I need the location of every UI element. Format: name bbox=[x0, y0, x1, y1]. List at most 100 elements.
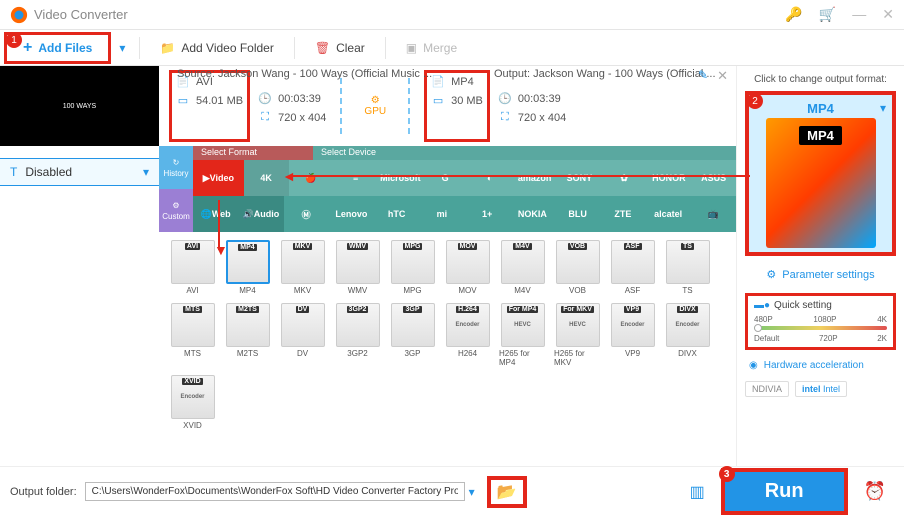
source-format-box: 📄AVI ▭54.01 MB bbox=[169, 70, 250, 142]
source-duration: 00:03:39 bbox=[278, 93, 321, 105]
format-tile-avi[interactable]: AVI AVI bbox=[169, 240, 216, 295]
edit-output-button[interactable]: ✎ bbox=[698, 68, 708, 82]
format-tile-h264[interactable]: H.264Encoder H264 bbox=[444, 303, 491, 367]
format-tile-vob[interactable]: VOB VOB bbox=[554, 240, 601, 295]
brand-samsung[interactable]: ≡ bbox=[333, 160, 378, 196]
gpu-icon: ⚙GPU bbox=[364, 95, 386, 117]
format-tile-h265-for-mkv[interactable]: For MKVHEVC H265 for MKV bbox=[554, 303, 601, 367]
chip-icon: ◉ bbox=[749, 360, 758, 371]
intel-chip: intel Intel bbox=[795, 381, 847, 397]
history-tab[interactable]: ↻History bbox=[159, 146, 193, 189]
format-tile-asf[interactable]: ASF ASF bbox=[609, 240, 656, 295]
brand-microsoft[interactable]: Microsoft bbox=[378, 160, 423, 196]
brand-lenovo[interactable]: Lenovo bbox=[329, 196, 374, 232]
brand-alcatel[interactable]: alcatel bbox=[646, 196, 691, 232]
format-label: VP9 bbox=[625, 349, 640, 358]
format-tile-xvid[interactable]: XVIDEncoder XVID bbox=[169, 375, 216, 430]
path-dropdown[interactable]: ▾ bbox=[465, 485, 479, 499]
brand-amazon[interactable]: amazon bbox=[512, 160, 557, 196]
resolution-icon: ⛶ bbox=[258, 111, 272, 124]
select-format-header: Select Format bbox=[193, 146, 313, 160]
history-icon: ↻ bbox=[173, 158, 180, 167]
format-label: H265 for MP4 bbox=[499, 349, 546, 367]
step-2-badge: 2 bbox=[747, 93, 763, 109]
gear-icon: ⚙ bbox=[172, 201, 179, 210]
thumb-text: 100 WAYS bbox=[63, 103, 96, 110]
clear-button[interactable]: 🗑 Clear bbox=[305, 37, 375, 59]
brand-oneplus[interactable]: 1+ bbox=[465, 196, 510, 232]
annotation-arrow-2 bbox=[218, 200, 220, 250]
size-icon: ▭ bbox=[176, 94, 190, 107]
format-tile-mts[interactable]: MTS MTS bbox=[169, 303, 216, 367]
batch-icon[interactable]: ▥ bbox=[682, 482, 713, 502]
brand-zte[interactable]: ZTE bbox=[600, 196, 645, 232]
format-tile-3gp[interactable]: 3GP 3GP bbox=[389, 303, 436, 367]
brand-tv[interactable]: 📺 bbox=[691, 196, 736, 232]
format-tile-mpg[interactable]: MPG MPG bbox=[389, 240, 436, 295]
brand-asus[interactable]: ASUS bbox=[691, 160, 736, 196]
add-video-folder-button[interactable]: 📁 Add Video Folder bbox=[150, 37, 283, 59]
brand-moto[interactable]: Ⓜ bbox=[284, 196, 329, 232]
hardware-accel-toggle[interactable]: ◉ Hardware acceleration bbox=[745, 356, 896, 375]
video-thumbnail[interactable]: 100 WAYS bbox=[0, 66, 159, 146]
disabled-label: Disabled bbox=[25, 165, 72, 179]
titlebar: Video Converter 🔑 🛒 — ✕ bbox=[0, 0, 904, 30]
audio-category-tab[interactable]: 🔊 Audio bbox=[238, 196, 283, 232]
add-files-label: Add Files bbox=[38, 41, 92, 55]
merge-button[interactable]: ▣ Merge bbox=[396, 37, 467, 59]
brand-htc[interactable]: hTC bbox=[374, 196, 419, 232]
size-icon: ▭ bbox=[431, 94, 445, 107]
step-1-badge: 1 bbox=[6, 32, 22, 48]
format-tile-dv[interactable]: DV DV bbox=[279, 303, 326, 367]
cart-icon[interactable]: 🛒 bbox=[819, 6, 836, 23]
slider-knob[interactable] bbox=[754, 324, 762, 332]
format-label: AVI bbox=[186, 286, 198, 295]
parameter-settings-button[interactable]: ⚙ Parameter settings bbox=[745, 262, 896, 287]
web-category-tab[interactable]: 🌐 Web bbox=[193, 196, 238, 232]
format-tile-h265-for-mp4[interactable]: For MP4HEVC H265 for MP4 bbox=[499, 303, 546, 367]
format-tile-vp9[interactable]: VP9Encoder VP9 bbox=[609, 303, 656, 367]
format-tile-divx[interactable]: DIVXEncoder DIVX bbox=[664, 303, 711, 367]
file-icon: 📄 bbox=[431, 75, 445, 88]
chevron-down-icon: ▾ bbox=[880, 101, 886, 115]
brand-blu[interactable]: BLU bbox=[555, 196, 600, 232]
brand-google[interactable]: G bbox=[423, 160, 468, 196]
format-tile-m2ts[interactable]: M2TS M2TS bbox=[224, 303, 271, 367]
format-label: H265 for MKV bbox=[554, 349, 601, 367]
format-tile-3gp2[interactable]: 3GP2 3GP2 bbox=[334, 303, 381, 367]
schedule-button[interactable]: ⏰ bbox=[856, 481, 894, 502]
source-header: Source: Jackson Wang - 100 Ways (Officia… bbox=[177, 68, 432, 80]
brand-sony[interactable]: SONY bbox=[557, 160, 602, 196]
run-button[interactable]: 3 Run bbox=[721, 468, 848, 515]
format-tile-mov[interactable]: MOV MOV bbox=[444, 240, 491, 295]
quick-setting-box: ▬●Quick setting 480P 1080P 4K Default 72… bbox=[745, 293, 896, 350]
format-label: XVID bbox=[183, 421, 202, 430]
format-tile-mkv[interactable]: MKV MKV bbox=[279, 240, 326, 295]
format-tile-wmv[interactable]: WMV WMV bbox=[334, 240, 381, 295]
minimize-button[interactable]: — bbox=[852, 6, 866, 23]
dash-separator bbox=[340, 78, 342, 134]
resolution-icon: ⛶ bbox=[498, 111, 512, 124]
brand-nokia[interactable]: NOKIA bbox=[510, 196, 555, 232]
format-tile-mp4[interactable]: MP4 MP4 bbox=[224, 240, 271, 295]
subtitle-dropdown[interactable]: T Disabled ▾ bbox=[0, 158, 159, 186]
brand-xiaomi[interactable]: mi bbox=[419, 196, 464, 232]
format-tile-ts[interactable]: TS TS bbox=[664, 240, 711, 295]
output-format-selector[interactable]: 2 ▾ MP4 MP4 bbox=[745, 91, 896, 256]
brand-huawei[interactable]: ✿ bbox=[602, 160, 647, 196]
video-category-tab[interactable]: ▶ Video bbox=[193, 160, 244, 196]
format-label: WMV bbox=[348, 286, 368, 295]
custom-tab[interactable]: ⚙Custom bbox=[159, 189, 193, 232]
add-folder-label: Add Video Folder bbox=[181, 41, 274, 55]
close-window-button[interactable]: ✕ bbox=[882, 6, 894, 23]
add-files-dropdown[interactable]: ▾ bbox=[115, 41, 129, 55]
quality-slider[interactable] bbox=[754, 326, 887, 330]
browse-folder-button[interactable]: 📂 bbox=[487, 476, 527, 508]
key-icon[interactable]: 🔑 bbox=[785, 6, 802, 23]
brand-honor[interactable]: HONOR bbox=[647, 160, 692, 196]
remove-file-button[interactable]: ✕ bbox=[717, 68, 728, 84]
output-folder-path[interactable] bbox=[85, 482, 465, 501]
format-tile-m4v[interactable]: M4V M4V bbox=[499, 240, 546, 295]
brand-lg[interactable]: ◐ bbox=[468, 160, 513, 196]
text-icon: T bbox=[10, 165, 17, 179]
